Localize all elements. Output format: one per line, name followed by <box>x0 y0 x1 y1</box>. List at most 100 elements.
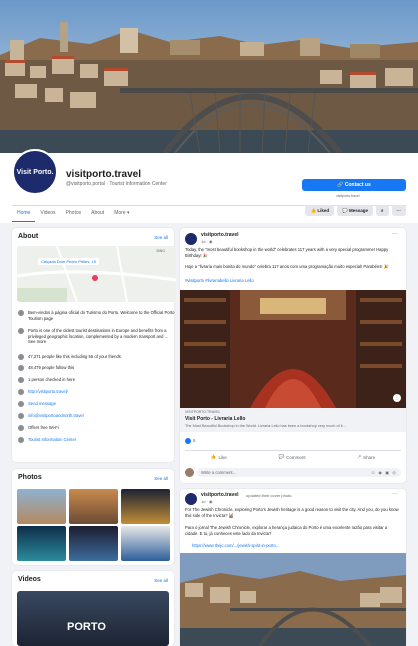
post-options-icon[interactable]: ··· <box>392 231 398 237</box>
post-author[interactable]: visitporto.travel <box>201 232 239 238</box>
category-link[interactable]: Tourist Information Center <box>28 437 76 443</box>
post-updated-text: updated their cover photo. <box>246 493 293 498</box>
location-map[interactable] <box>17 246 176 302</box>
comment-label: Comment <box>286 454 306 460</box>
tab-about[interactable]: About <box>86 206 109 222</box>
contact-us-button[interactable]: 🔗 Contact us <box>302 179 406 191</box>
search-button[interactable]: ⌕ <box>375 205 389 216</box>
post-tags[interactable]: #visitporto #livrariabello Livraria Lell… <box>185 278 399 284</box>
like-icon <box>18 354 24 360</box>
facebook-page: Visit Porto. visitporto.travel @visitpor… <box>0 0 418 646</box>
follow-icon <box>18 365 24 371</box>
photo-thumbnail[interactable] <box>69 489 118 524</box>
commenter-avatar <box>185 468 194 477</box>
videos-card: Videos See all PORTO <box>12 571 174 646</box>
expand-icon[interactable]: ⋮ <box>393 394 401 402</box>
about-text-description: Porto is one of the oldest tourist desti… <box>28 328 169 344</box>
photos-see-all[interactable]: See all <box>154 476 168 481</box>
about-row-wifi: Offers free Wi-Fi <box>18 425 176 431</box>
tab-more[interactable]: More ▾ <box>109 206 134 222</box>
post-cover-image[interactable] <box>180 553 406 646</box>
page-title[interactable]: visitporto.travel <box>66 169 141 180</box>
like-label: Like <box>218 454 227 460</box>
about-text-follows: 48,479 people follow this <box>28 365 75 370</box>
post-link-image[interactable]: ⋮ <box>180 290 406 408</box>
send-message-link[interactable]: Send message <box>28 401 56 407</box>
post-text-en: Today, the "most beautiful bookshop in t… <box>185 247 389 258</box>
like-icon: 👍 <box>210 454 217 459</box>
about-row-message[interactable]: Send message <box>18 401 176 407</box>
photo-thumbnail[interactable] <box>17 489 66 524</box>
comment-placeholder: Write a comment... <box>201 470 237 475</box>
post-link[interactable]: https://www.thejc.com/.../jewish-spirit-… <box>192 543 402 549</box>
tab-home[interactable]: Home <box>12 206 36 222</box>
tag-icon <box>18 437 24 443</box>
link-preview[interactable]: VISITPORTO.TRAVEL Visit Porto - Livraria… <box>180 408 406 432</box>
search-icon: ⌕ <box>380 208 384 213</box>
photo-thumbnail[interactable] <box>121 526 170 561</box>
website-link[interactable]: http://visitporto.travel/ <box>28 389 68 395</box>
liked-button[interactable]: 👍 Liked <box>305 205 335 216</box>
photo-thumbnail[interactable] <box>17 526 66 561</box>
map-address-label: Calçada Dom Pedro Pitões, 15 <box>38 258 99 265</box>
photo-thumbnail[interactable] <box>121 489 170 524</box>
about-see-all[interactable]: See all <box>154 235 168 240</box>
about-text-likes: 47,271 people like this including 55 of … <box>28 354 121 359</box>
post-options-icon[interactable]: ··· <box>392 491 398 497</box>
post-time[interactable]: 1d · ◉ <box>201 499 213 504</box>
post-actions: 👍 Like 💬 Comment ↗ Share <box>185 450 401 460</box>
about-card: About See all Calçada Dom Pedro Pitões, … <box>12 228 176 462</box>
post-text-pt: Hoje a "livraria mais bonita do mundo" c… <box>185 264 389 269</box>
about-row-welcome: Bem-vindos à página oficial do Turismo d… <box>18 310 176 321</box>
message-label: Message <box>348 208 368 213</box>
info-icon <box>18 328 24 334</box>
more-options-button[interactable]: ··· <box>391 205 406 216</box>
like-reaction-icon <box>185 438 191 444</box>
post-author[interactable]: visitporto.travel <box>201 492 239 498</box>
more-icon: ··· <box>396 208 402 213</box>
photos-title: Photos <box>18 474 42 481</box>
message-button[interactable]: 💬 Message <box>337 205 373 216</box>
about-text-welcome: Bem-vindos à página oficial do Turismo d… <box>28 310 175 321</box>
tab-videos[interactable]: Videos <box>35 206 60 222</box>
avatar-text-2: Porto. <box>33 168 54 176</box>
reactions[interactable]: 5 <box>185 438 196 444</box>
about-row-email[interactable]: info@visitportoandnorth.travel <box>18 413 176 419</box>
page-avatar[interactable]: Visit Porto. <box>12 149 58 195</box>
cover-photo[interactable] <box>0 0 418 153</box>
share-label: Share <box>363 454 376 460</box>
about-row-website[interactable]: http://visitporto.travel/ <box>18 389 176 395</box>
photo-thumbnail[interactable] <box>69 526 118 561</box>
about-row-checkins: 1 person checked in here <box>18 377 176 383</box>
videos-see-all[interactable]: See all <box>154 578 168 583</box>
liked-label: Liked <box>317 208 330 213</box>
tab-photos[interactable]: Photos <box>61 206 87 222</box>
photos-card: Photos See all <box>12 469 174 565</box>
videos-title: Videos <box>18 576 41 583</box>
avatar-text-1: Visit <box>16 168 32 176</box>
video-thumbnail[interactable]: PORTO <box>17 591 169 646</box>
post-author-avatar[interactable] <box>185 233 197 245</box>
email-icon <box>18 413 24 419</box>
page-header: Visit Porto. visitporto.travel @visitpor… <box>0 149 418 223</box>
email-link[interactable]: info@visitportoandnorth.travel <box>28 413 84 419</box>
comment-input[interactable]: Write a comment... ☺ ◉ ▣ ◎ <box>197 468 401 477</box>
map-watermark: BING <box>156 249 165 253</box>
about-row-description: Porto is one of the oldest tourist desti… <box>18 328 176 345</box>
about-row-category[interactable]: Tourist Information Center <box>18 437 176 443</box>
post-text-pt: Para o jornal The Jewish Chronicle, expl… <box>185 525 388 536</box>
share-icon: ↗ <box>357 454 362 459</box>
post-author-avatar[interactable] <box>185 493 197 505</box>
share-button[interactable]: ↗ Share <box>357 454 375 460</box>
comment-emoji-icons[interactable]: ☺ ◉ ▣ ◎ <box>371 468 397 477</box>
about-text-wifi: Offers free Wi-Fi <box>28 425 59 430</box>
like-button[interactable]: 👍 Like <box>211 454 227 460</box>
comment-icon: 💬 <box>278 454 285 459</box>
post-time[interactable]: 1d · ◉ <box>201 239 213 244</box>
page-handle: @visitporto.portal · Tourist Information… <box>66 181 167 187</box>
contact-us-label: Contact us <box>344 182 371 188</box>
video-thumb-text: PORTO <box>67 621 106 633</box>
contact-sub-link[interactable]: visitporto.travel <box>336 194 360 198</box>
comment-button[interactable]: 💬 Comment <box>278 454 305 460</box>
info-icon <box>18 310 24 316</box>
